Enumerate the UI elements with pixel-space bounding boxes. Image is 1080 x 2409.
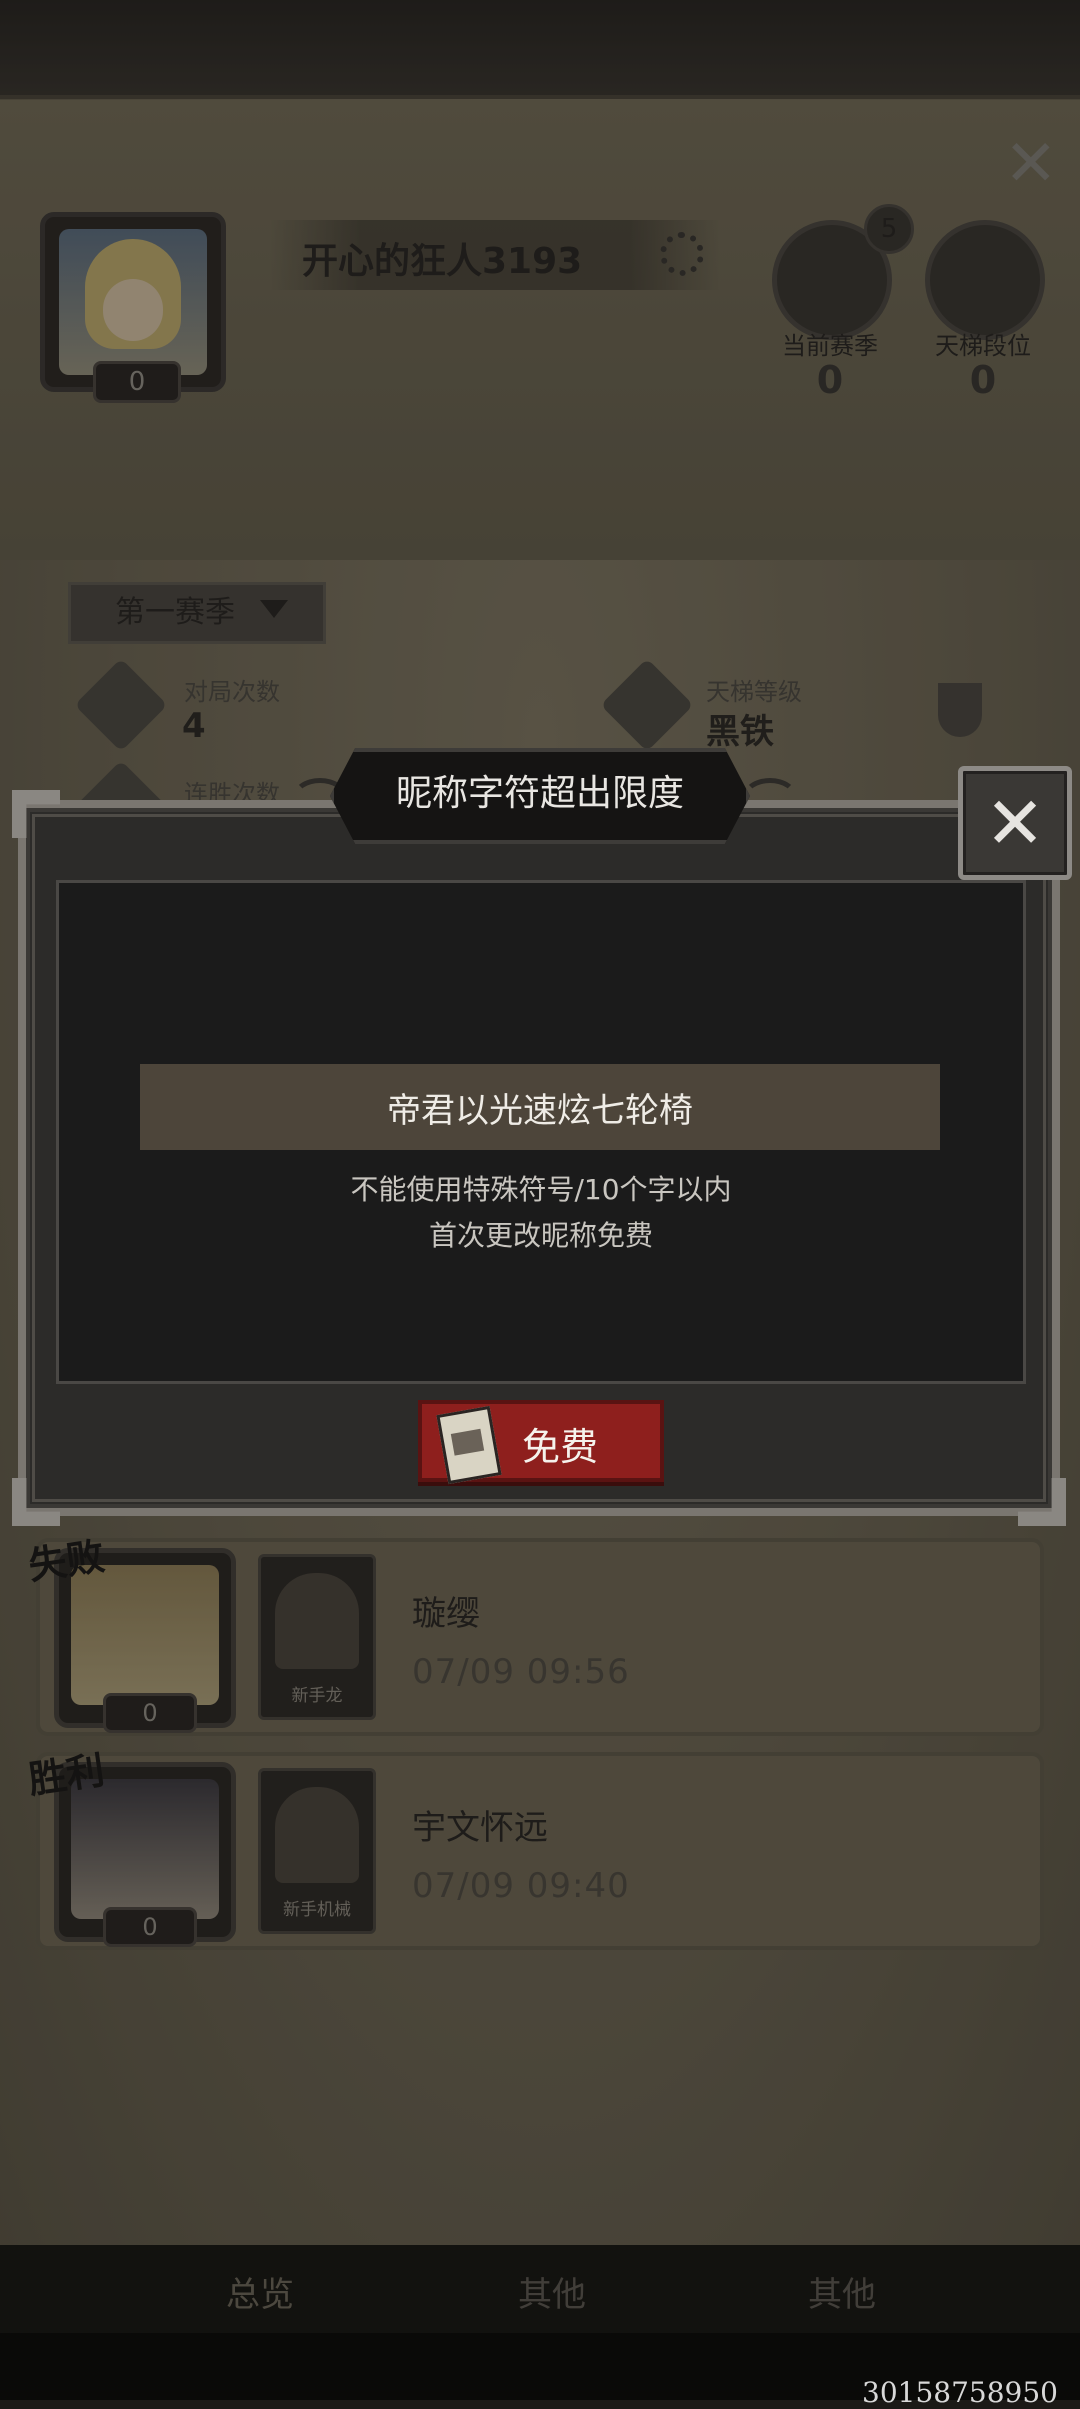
device-id: 30158758950	[862, 2376, 1058, 2409]
close-icon: ✕	[984, 781, 1046, 865]
free-rename-button[interactable]: 免费	[418, 1400, 664, 1485]
title-ornament	[742, 778, 798, 818]
nickname-input[interactable]	[140, 1064, 940, 1150]
free-button-label: 免费	[522, 1425, 599, 1469]
close-button[interactable]: ✕	[958, 766, 1072, 880]
dialog-title: 昵称字符超出限度	[395, 773, 684, 814]
ticket-icon	[436, 1405, 502, 1485]
nickname-rule-hint: 不能使用特殊符号/10个字以内	[350, 1173, 732, 1206]
free-rename-hint: 首次更改昵称免费	[428, 1219, 653, 1252]
